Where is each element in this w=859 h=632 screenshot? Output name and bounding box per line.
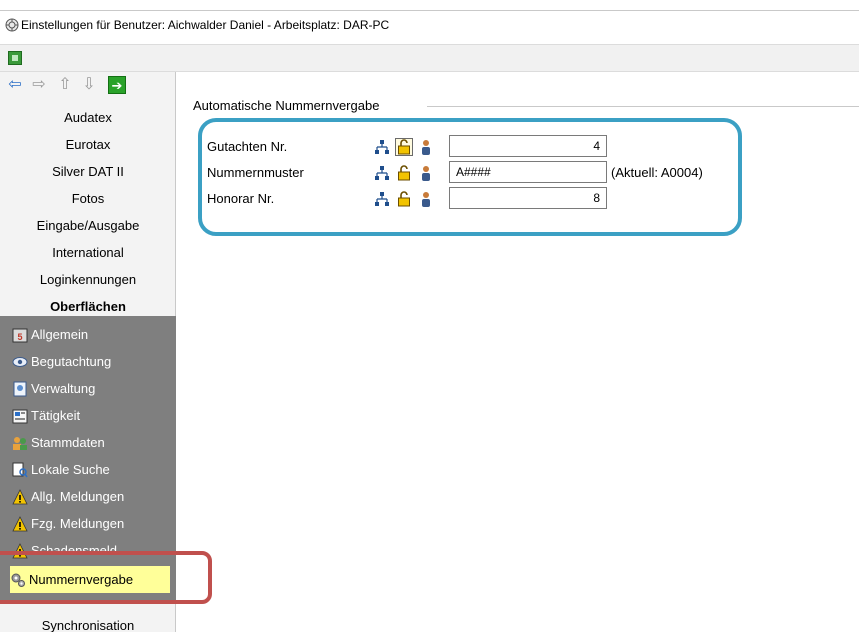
clipboard-icon <box>12 408 28 424</box>
warning-icon <box>12 515 28 532</box>
nav-item-stammdaten[interactable]: Stammdaten <box>12 429 176 456</box>
document-icon <box>12 381 28 397</box>
save-button[interactable] <box>8 51 22 65</box>
hierarchy-icon[interactable] <box>373 138 391 156</box>
arrow-left-icon[interactable]: ⇦ <box>6 76 24 94</box>
calendar-icon: 5 <box>12 327 28 343</box>
nav-item-label: Fzg. Meldungen <box>31 516 125 531</box>
row-nummernmuster: Nummernmuster (Aktuell: A0004) <box>207 160 767 186</box>
nav-category-audatex[interactable]: Audatex <box>0 104 176 131</box>
arrow-up-icon[interactable]: ⇧ <box>56 76 74 94</box>
people-icon <box>12 435 28 451</box>
nav-item-verwaltung[interactable]: Verwaltung <box>12 375 176 402</box>
nav-item-label: Schadensmeld. <box>31 543 121 558</box>
nav-category-silver-dat[interactable]: Silver DAT II <box>0 158 176 185</box>
app-icon[interactable] <box>5 18 19 32</box>
nav-category-loginkennungen[interactable]: Loginkennungen <box>0 266 176 293</box>
nav-item-fzg-meldungen[interactable]: Fzg. Meldungen <box>12 510 176 537</box>
search-document-icon <box>12 462 28 478</box>
toolbar <box>0 44 859 72</box>
field-label: Nummernmuster <box>207 165 304 180</box>
nav-item-label: Begutachtung <box>31 354 112 369</box>
row-gutachten-nr: Gutachten Nr. <box>207 134 767 160</box>
gears-icon <box>10 572 26 588</box>
hierarchy-icon[interactable] <box>373 190 391 208</box>
nav-item-allgemein[interactable]: 5 Allgemein <box>12 321 176 348</box>
nav-item-label: Lokale Suche <box>31 462 110 477</box>
warning-icon <box>12 542 28 559</box>
hierarchy-icon[interactable] <box>373 164 391 182</box>
nav-item-label: Stammdaten <box>31 435 105 450</box>
group-title: Automatische Nummernvergabe <box>193 98 386 113</box>
go-arrow-icon[interactable]: ➔ <box>108 76 126 94</box>
field-label: Honorar Nr. <box>207 191 275 206</box>
nav-item-label: Tätigkeit <box>31 408 81 423</box>
user-icon[interactable] <box>417 190 435 208</box>
nav-item-schadensmeld[interactable]: Schadensmeld. <box>12 537 176 564</box>
window-top-edge <box>0 10 859 11</box>
arrow-down-icon[interactable]: ⇩ <box>80 76 98 94</box>
user-icon[interactable] <box>417 164 435 182</box>
unlocked-lock-icon[interactable] <box>395 138 413 156</box>
nav-item-nummernvergabe[interactable]: Nummernvergabe <box>10 566 170 593</box>
unlocked-lock-icon[interactable] <box>395 164 413 182</box>
settings-navigation: ⇦ ⇨ ⇧ ⇩ ➔ Audatex Eurotax Silver DAT II … <box>0 72 176 632</box>
unlocked-lock-icon[interactable] <box>395 190 413 208</box>
nav-category-international[interactable]: International <box>0 239 176 266</box>
nav-item-label: Verwaltung <box>31 381 96 396</box>
gutachten-nr-input[interactable] <box>449 135 607 157</box>
nav-item-lokale-suche[interactable]: Lokale Suche <box>12 456 176 483</box>
nav-category-eingabe-ausgabe[interactable]: Eingabe/Ausgabe <box>0 212 176 239</box>
warning-icon <box>12 488 28 505</box>
current-number-hint: (Aktuell: A0004) <box>611 165 703 180</box>
window-title: Einstellungen für Benutzer: Aichwalder D… <box>21 18 390 32</box>
nav-category-fotos[interactable]: Fotos <box>0 185 176 212</box>
nav-category-eurotax[interactable]: Eurotax <box>0 131 176 158</box>
nav-item-taetigkeit[interactable]: Tätigkeit <box>12 402 176 429</box>
oberflaechen-subitems: 5 Allgemein Begutachtung Verwaltung Täti… <box>0 316 176 600</box>
row-honorar-nr: Honorar Nr. <box>207 186 767 212</box>
nav-arrows: ⇦ ⇨ ⇧ ⇩ ➔ <box>0 72 176 98</box>
arrow-right-icon[interactable]: ⇨ <box>30 76 48 94</box>
nav-item-begutachtung[interactable]: Begutachtung <box>12 348 176 375</box>
group-divider <box>427 106 859 107</box>
eye-icon <box>12 354 28 370</box>
nav-item-label: Allgemein <box>31 327 89 342</box>
title-bar: Einstellungen für Benutzer: Aichwalder D… <box>0 0 859 44</box>
svg-text:5: 5 <box>17 332 22 342</box>
user-icon[interactable] <box>417 138 435 156</box>
nav-category-synchronisation[interactable]: Synchronisation <box>0 618 176 632</box>
honorar-nr-input[interactable] <box>449 187 607 209</box>
nav-item-allg-meldungen[interactable]: Allg. Meldungen <box>12 483 176 510</box>
nav-item-label: Allg. Meldungen <box>31 489 125 504</box>
nummernmuster-input[interactable] <box>449 161 607 183</box>
field-label: Gutachten Nr. <box>207 139 288 154</box>
settings-content: Automatische Nummernvergabe Gutachten Nr… <box>177 72 859 632</box>
nav-item-label: Nummernvergabe <box>29 572 134 587</box>
